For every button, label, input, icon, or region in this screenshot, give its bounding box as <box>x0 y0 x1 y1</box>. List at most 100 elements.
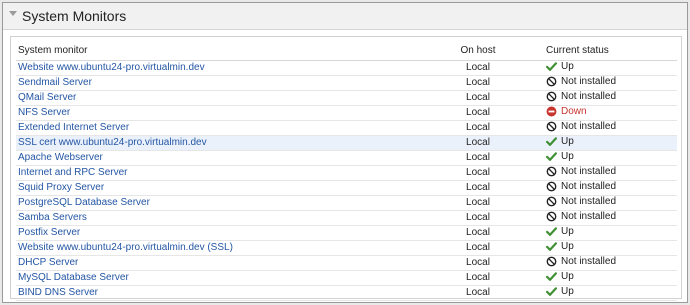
col-header-status: Current status <box>528 42 677 61</box>
status-cell: Up <box>546 226 574 237</box>
table-row: Website www.ubuntu24-pro.virtualmin.dev … <box>16 240 677 256</box>
check-icon <box>546 136 557 147</box>
monitor-link[interactable]: Sendmail Server <box>18 77 92 88</box>
host-cell: Local <box>428 75 528 91</box>
monitor-link[interactable]: Squid Proxy Server <box>18 182 104 193</box>
check-icon <box>546 286 557 297</box>
status-cell: Not installed <box>546 256 616 267</box>
monitor-link[interactable]: Website www.ubuntu24-pro.virtualmin.dev <box>18 62 205 73</box>
table-row: BIND DNS Server Local Up <box>16 285 677 301</box>
section-title: System Monitors <box>22 8 127 24</box>
status-text: Up <box>561 60 574 72</box>
monitor-link[interactable]: Postfix Server <box>18 227 80 238</box>
table-row: Squid Proxy Server Local Not installed <box>16 180 677 196</box>
not-installed-icon <box>546 196 557 207</box>
system-monitors-window: System Monitors System monitor On host C… <box>2 2 688 303</box>
table-row: Samba Servers Local Not installed <box>16 210 677 226</box>
status-text: Not installed <box>561 75 617 87</box>
collapse-caret-icon[interactable] <box>9 11 17 16</box>
host-cell: Local <box>428 255 528 271</box>
not-installed-icon <box>546 76 557 87</box>
not-installed-icon <box>546 256 557 267</box>
status-cell: Not installed <box>546 121 616 132</box>
check-icon <box>546 61 557 72</box>
host-cell: Local <box>428 120 528 136</box>
table-row: Website www.ubuntu24-pro.virtualmin.dev L… <box>16 60 677 76</box>
status-cell: Up <box>546 136 574 147</box>
monitor-link[interactable]: DHCP Server <box>18 257 78 268</box>
table-row: Apache Webserver Local Up <box>16 150 677 166</box>
table-row: MySQL Database Server Local Up <box>16 270 677 286</box>
host-cell: Local <box>428 285 528 301</box>
status-text: Not installed <box>561 210 617 222</box>
status-text: Up <box>561 270 574 282</box>
monitor-link[interactable]: Website www.ubuntu24-pro.virtualmin.dev … <box>18 242 233 253</box>
status-cell: Up <box>546 61 574 72</box>
not-installed-icon <box>546 121 557 132</box>
status-text: Up <box>561 135 574 147</box>
check-icon <box>546 226 557 237</box>
not-installed-icon <box>546 211 557 222</box>
status-cell: Not installed <box>546 181 616 192</box>
status-cell: Up <box>546 151 574 162</box>
not-installed-icon <box>546 91 557 102</box>
monitor-link[interactable]: QMail Server <box>18 92 76 103</box>
monitor-link[interactable]: Extended Internet Server <box>18 122 129 133</box>
table-row: Postfix Server Local Up <box>16 225 677 241</box>
monitors-panel: System monitor On host Current status We… <box>10 36 682 301</box>
host-cell: Local <box>428 90 528 106</box>
table-row: Extended Internet Server Local Not install… <box>16 120 677 136</box>
not-installed-icon <box>546 181 557 192</box>
check-icon <box>546 241 557 252</box>
host-cell: Local <box>428 195 528 211</box>
status-text: Up <box>561 285 574 297</box>
host-cell: Local <box>428 210 528 226</box>
monitor-link[interactable]: Apache Webserver <box>18 152 103 163</box>
check-icon <box>546 271 557 282</box>
status-cell: Not installed <box>546 211 616 222</box>
host-cell: Local <box>428 270 528 286</box>
col-header-monitor: System monitor <box>16 42 428 61</box>
monitor-link[interactable]: BIND DNS Server <box>18 287 98 298</box>
section-header[interactable]: System Monitors <box>3 3 687 30</box>
monitor-link[interactable]: Internet and RPC Server <box>18 167 128 178</box>
table-row: NFS Server Local Down <box>16 105 677 121</box>
status-text: Not installed <box>561 255 617 267</box>
status-cell: Up <box>546 286 574 297</box>
status-cell: Down <box>546 106 587 117</box>
monitor-link[interactable]: SSL cert www.ubuntu24-pro.virtualmin.dev <box>18 137 207 148</box>
monitor-link[interactable]: Samba Servers <box>18 212 87 223</box>
table-row: SSL cert www.ubuntu24-pro.virtualmin.dev… <box>16 135 677 151</box>
host-cell: Local <box>428 240 528 256</box>
col-header-host: On host <box>428 42 528 61</box>
status-cell: Up <box>546 271 574 282</box>
down-icon <box>546 106 557 117</box>
monitor-link[interactable]: NFS Server <box>18 107 70 118</box>
table-row: QMail Server Local Not installed <box>16 90 677 106</box>
monitor-link[interactable]: PostgreSQL Database Server <box>18 197 150 208</box>
status-text: Not installed <box>561 90 617 102</box>
status-text: Up <box>561 225 574 237</box>
host-cell: Local <box>428 135 528 151</box>
status-text: Not installed <box>561 165 617 177</box>
host-cell: Local <box>428 165 528 181</box>
monitor-link[interactable]: MySQL Database Server <box>18 272 129 283</box>
status-cell: Not installed <box>546 76 616 87</box>
table-row: PostgreSQL Database Server Local Not insta… <box>16 195 677 211</box>
status-text: Down <box>561 105 587 117</box>
status-text: Up <box>561 240 574 252</box>
table-row: Internet and RPC Server Local Not installe… <box>16 165 677 181</box>
status-text: Not installed <box>561 180 617 192</box>
status-cell: Not installed <box>546 166 616 177</box>
check-icon <box>546 151 557 162</box>
table-row: DHCP Server Local Not installed <box>16 255 677 271</box>
not-installed-icon <box>546 166 557 177</box>
monitors-table: System monitor On host Current status We… <box>16 42 677 301</box>
status-cell: Not installed <box>546 196 616 207</box>
host-cell: Local <box>428 60 528 76</box>
table-header-row: System monitor On host Current status <box>16 42 677 61</box>
status-cell: Not installed <box>546 91 616 102</box>
status-cell: Up <box>546 241 574 252</box>
host-cell: Local <box>428 150 528 166</box>
table-row: Sendmail Server Local Not installed <box>16 75 677 91</box>
